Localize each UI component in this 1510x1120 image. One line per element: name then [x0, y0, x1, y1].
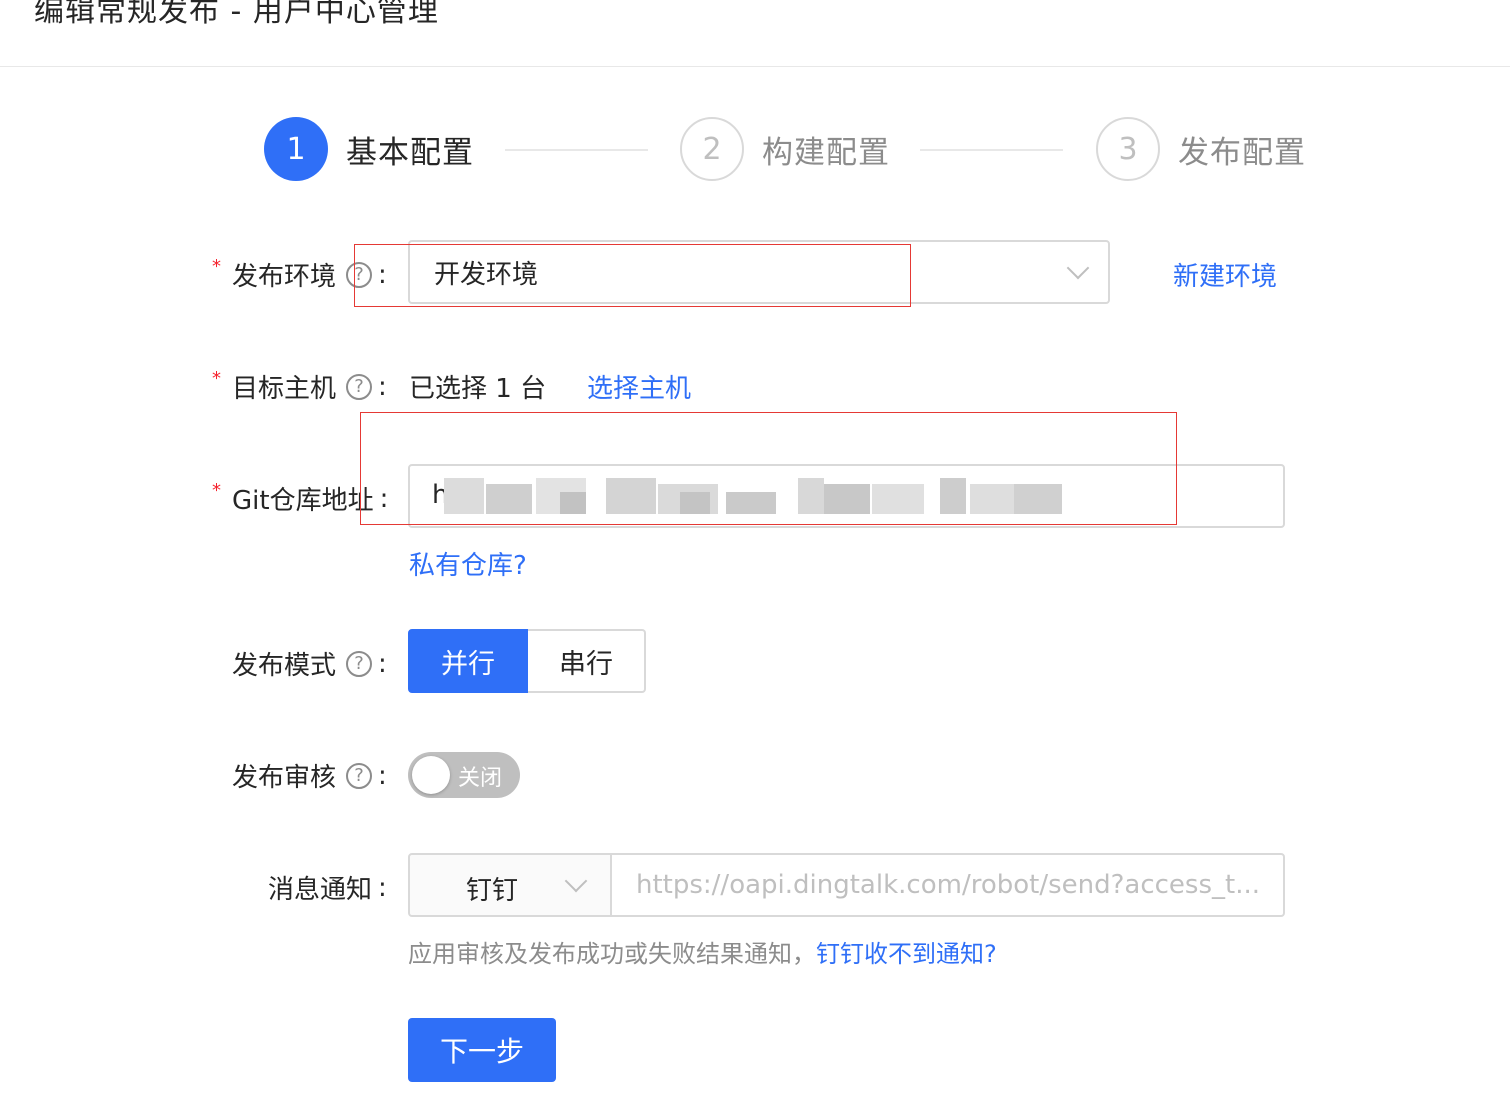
notify-label: 消息通知 [268, 875, 373, 905]
notify-hint-text: 应用审核及发布成功或失败结果通知， [408, 940, 816, 968]
review-label: 发布审核 [232, 763, 337, 793]
step-publish-config[interactable]: 3 发布配置 [1096, 117, 1306, 181]
mode-label: 发布模式 [232, 651, 337, 681]
webhook-url-placeholder: https://oapi.dingtalk.com/robot/send?acc… [636, 870, 1261, 900]
step-number-2: 2 [680, 117, 744, 181]
dingtalk-help-link[interactable]: 钉钉收不到通知? [816, 940, 997, 968]
private-repo-link[interactable]: 私有仓库? [409, 545, 527, 582]
mode-colon: : [378, 648, 387, 679]
host-colon: : [378, 371, 387, 402]
step-number-3: 3 [1096, 117, 1160, 181]
mode-label-row: 发布模式 ? : [232, 645, 387, 682]
help-icon[interactable]: ? [346, 373, 373, 400]
title-divider [0, 66, 1510, 67]
toggle-text: 关闭 [458, 766, 503, 791]
notify-hint: 应用审核及发布成功或失败结果通知，钉钉收不到通知? [408, 934, 997, 969]
mode-serial-button[interactable]: 串行 [528, 629, 646, 693]
webhook-url-input[interactable]: https://oapi.dingtalk.com/robot/send?acc… [610, 853, 1285, 917]
host-label-row: 目标主机 ? : [232, 368, 387, 405]
review-toggle[interactable]: 关闭 [408, 752, 520, 798]
step-connector-1 [505, 149, 648, 151]
step-build-config[interactable]: 2 构建配置 [680, 117, 890, 181]
mode-parallel-button[interactable]: 并行 [408, 629, 528, 693]
host-label: 目标主机 [232, 374, 337, 404]
required-mark: * [212, 256, 221, 277]
help-icon[interactable]: ? [346, 762, 373, 789]
step-connector-2 [920, 149, 1063, 151]
step-label-1: 基本配置 [346, 134, 474, 171]
env-label: 发布环境 [232, 262, 337, 292]
page-title: 编辑常规发布 - 用户中心管理 [34, 0, 439, 29]
notify-channel-value: 钉钉 [466, 876, 519, 906]
chevron-down-icon [1066, 256, 1090, 280]
new-env-link[interactable]: 新建环境 [1173, 256, 1277, 293]
notify-label-row: 消息通知 : [268, 869, 387, 906]
toggle-knob [412, 756, 450, 794]
chevron-down-icon [564, 869, 588, 893]
help-icon[interactable]: ? [346, 650, 373, 677]
notify-colon: : [378, 872, 387, 903]
select-host-link[interactable]: 选择主机 [587, 368, 691, 405]
highlight-box [354, 244, 911, 307]
review-label-row: 发布审核 ? : [232, 757, 387, 794]
required-mark: * [212, 480, 221, 501]
step-label-3: 发布配置 [1178, 134, 1306, 171]
host-selected-count: 已选择 1 台 [409, 374, 547, 404]
git-label: Git仓库地址 [232, 486, 374, 516]
highlight-box [360, 412, 1177, 525]
notify-channel-select[interactable]: 钉钉 [408, 853, 612, 917]
step-number-1: 1 [264, 117, 328, 181]
required-mark: * [212, 368, 221, 389]
next-step-button[interactable]: 下一步 [408, 1018, 556, 1082]
step-basic-config[interactable]: 1 基本配置 [264, 117, 474, 181]
review-colon: : [378, 760, 387, 791]
step-label-2: 构建配置 [762, 134, 890, 171]
